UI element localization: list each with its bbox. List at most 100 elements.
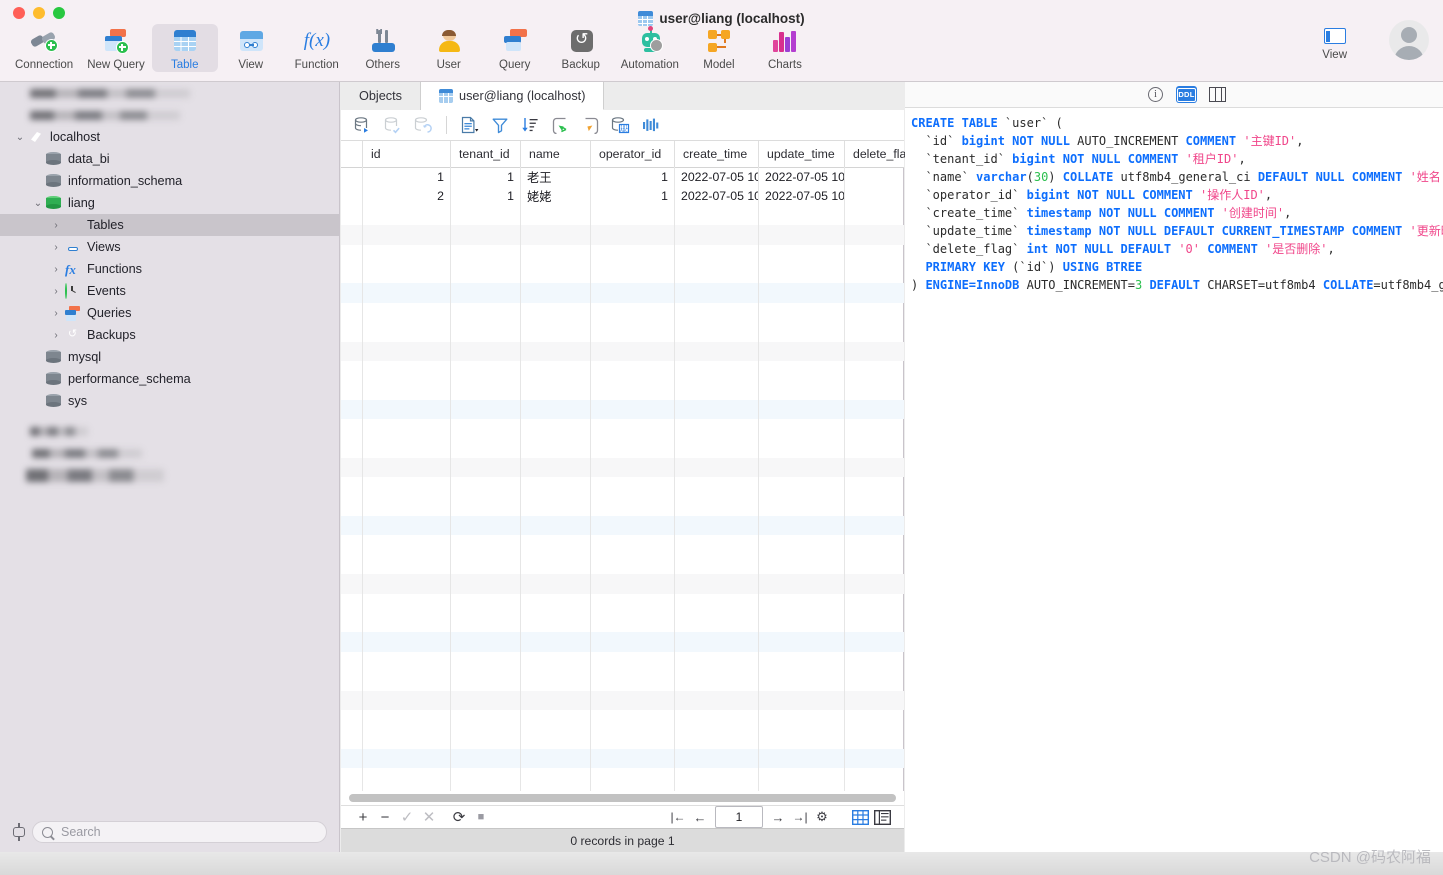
cell-empty[interactable] <box>845 613 904 632</box>
cell-empty[interactable] <box>845 380 904 399</box>
cell-empty[interactable] <box>363 516 451 536</box>
toolbar-table[interactable]: Table <box>151 24 218 72</box>
cell-empty[interactable] <box>675 302 759 323</box>
row-selector[interactable] <box>341 438 363 458</box>
cell-empty[interactable] <box>451 419 521 439</box>
cell-empty[interactable] <box>363 380 451 400</box>
row-selector[interactable] <box>341 477 363 497</box>
row-selector[interactable] <box>341 574 363 594</box>
cell-empty[interactable] <box>451 438 521 458</box>
cell-empty[interactable] <box>521 768 591 788</box>
table-row[interactable] <box>341 612 904 633</box>
cell-empty[interactable] <box>363 535 451 555</box>
cell-empty[interactable] <box>363 302 451 323</box>
refresh-button[interactable]: ⟳ <box>449 807 469 827</box>
table-row[interactable] <box>341 438 904 458</box>
cell-empty[interactable] <box>451 457 521 478</box>
cell-empty[interactable] <box>591 380 675 400</box>
cell-empty[interactable] <box>363 419 451 439</box>
cell-empty[interactable] <box>521 341 591 361</box>
cell-empty[interactable] <box>759 438 845 458</box>
cell-empty[interactable] <box>845 652 904 671</box>
cell-empty[interactable] <box>759 477 845 497</box>
table-row[interactable] <box>341 205 904 226</box>
cell-empty[interactable] <box>591 302 675 323</box>
cell-empty[interactable] <box>451 651 521 672</box>
commit-icon[interactable] <box>379 113 407 137</box>
tree-item-queries[interactable]: › Queries <box>0 302 339 324</box>
table-row[interactable] <box>341 516 904 536</box>
delete-record-button[interactable]: − <box>375 807 395 827</box>
cell-empty[interactable] <box>363 768 451 788</box>
table-row[interactable] <box>341 457 904 478</box>
cell-empty[interactable] <box>591 477 675 497</box>
table-row[interactable] <box>341 496 904 517</box>
table-row[interactable] <box>341 419 904 439</box>
cell-empty[interactable] <box>521 283 591 303</box>
cell-empty[interactable] <box>675 516 759 536</box>
toolbar-user[interactable]: User <box>416 24 482 72</box>
cell-empty[interactable] <box>675 380 759 400</box>
cell-create-time[interactable]: 2022-07-05 10 <box>675 167 759 187</box>
cell-empty[interactable] <box>675 225 759 245</box>
cell-operator-id[interactable]: 1 <box>591 186 675 206</box>
cell-empty[interactable] <box>451 709 521 730</box>
table-row[interactable] <box>341 748 904 769</box>
cell-empty[interactable] <box>521 322 591 342</box>
cell-empty[interactable] <box>675 612 759 633</box>
cell-empty[interactable] <box>591 496 675 517</box>
cell-empty[interactable] <box>845 535 904 554</box>
cell-empty[interactable] <box>759 729 845 749</box>
cell-empty[interactable] <box>759 632 845 652</box>
cell-empty[interactable] <box>675 496 759 517</box>
cell-empty[interactable] <box>363 244 451 264</box>
cell-empty[interactable] <box>521 399 591 420</box>
cell-empty[interactable] <box>521 516 591 536</box>
table-structure-tab[interactable] <box>1207 86 1228 103</box>
cell-empty[interactable] <box>591 671 675 691</box>
row-selector[interactable] <box>341 748 363 769</box>
grid-header-id[interactable]: id <box>363 141 451 167</box>
cell-empty[interactable] <box>363 283 451 303</box>
tree-item-blurred[interactable] <box>0 442 339 464</box>
cell-empty[interactable] <box>521 593 591 613</box>
cell-empty[interactable] <box>451 302 521 323</box>
cell-empty[interactable] <box>451 516 521 536</box>
cell-empty[interactable] <box>675 632 759 652</box>
apply-changes-button[interactable]: ✓ <box>397 807 417 827</box>
cell-empty[interactable] <box>591 768 675 788</box>
cell-create-time[interactable]: 2022-07-05 10 <box>675 186 759 206</box>
cell-empty[interactable] <box>759 671 845 691</box>
connection-status-icon[interactable] <box>12 823 26 841</box>
cell-delete-flag[interactable]: 0 <box>845 167 904 186</box>
cell-empty[interactable] <box>759 690 845 710</box>
cell-empty[interactable] <box>675 554 759 575</box>
cell-empty[interactable] <box>591 419 675 439</box>
cell-empty[interactable] <box>759 244 845 264</box>
ddl-code-view[interactable]: CREATE TABLE `user` ( `id` bigint NOT NU… <box>905 108 1443 852</box>
cell-empty[interactable] <box>759 574 845 594</box>
cell-empty[interactable] <box>363 341 451 361</box>
table-row[interactable] <box>341 263 904 284</box>
cell-empty[interactable] <box>591 535 675 555</box>
toolbar-backup[interactable]: Backup <box>548 24 614 72</box>
table-row[interactable] <box>341 709 904 730</box>
next-page-button[interactable]: → <box>768 807 788 827</box>
cell-empty[interactable] <box>363 322 451 342</box>
cell-empty[interactable] <box>675 709 759 730</box>
cell-empty[interactable] <box>845 361 904 380</box>
cell-empty[interactable] <box>759 263 845 284</box>
chevron-right-icon[interactable]: › <box>50 264 62 275</box>
cell-empty[interactable] <box>451 360 521 381</box>
begin-transaction-icon[interactable] <box>349 113 377 137</box>
grid-header-operator-id[interactable]: operator_id <box>591 141 675 167</box>
chevron-right-icon[interactable]: › <box>50 242 62 253</box>
cell-empty[interactable] <box>521 671 591 691</box>
cell-empty[interactable] <box>451 283 521 303</box>
tree-item-views[interactable]: › Views <box>0 236 339 258</box>
cell-empty[interactable] <box>759 457 845 478</box>
cell-empty[interactable] <box>363 263 451 284</box>
table-row[interactable] <box>341 341 904 361</box>
cell-empty[interactable] <box>521 302 591 323</box>
cell-empty[interactable] <box>591 399 675 420</box>
